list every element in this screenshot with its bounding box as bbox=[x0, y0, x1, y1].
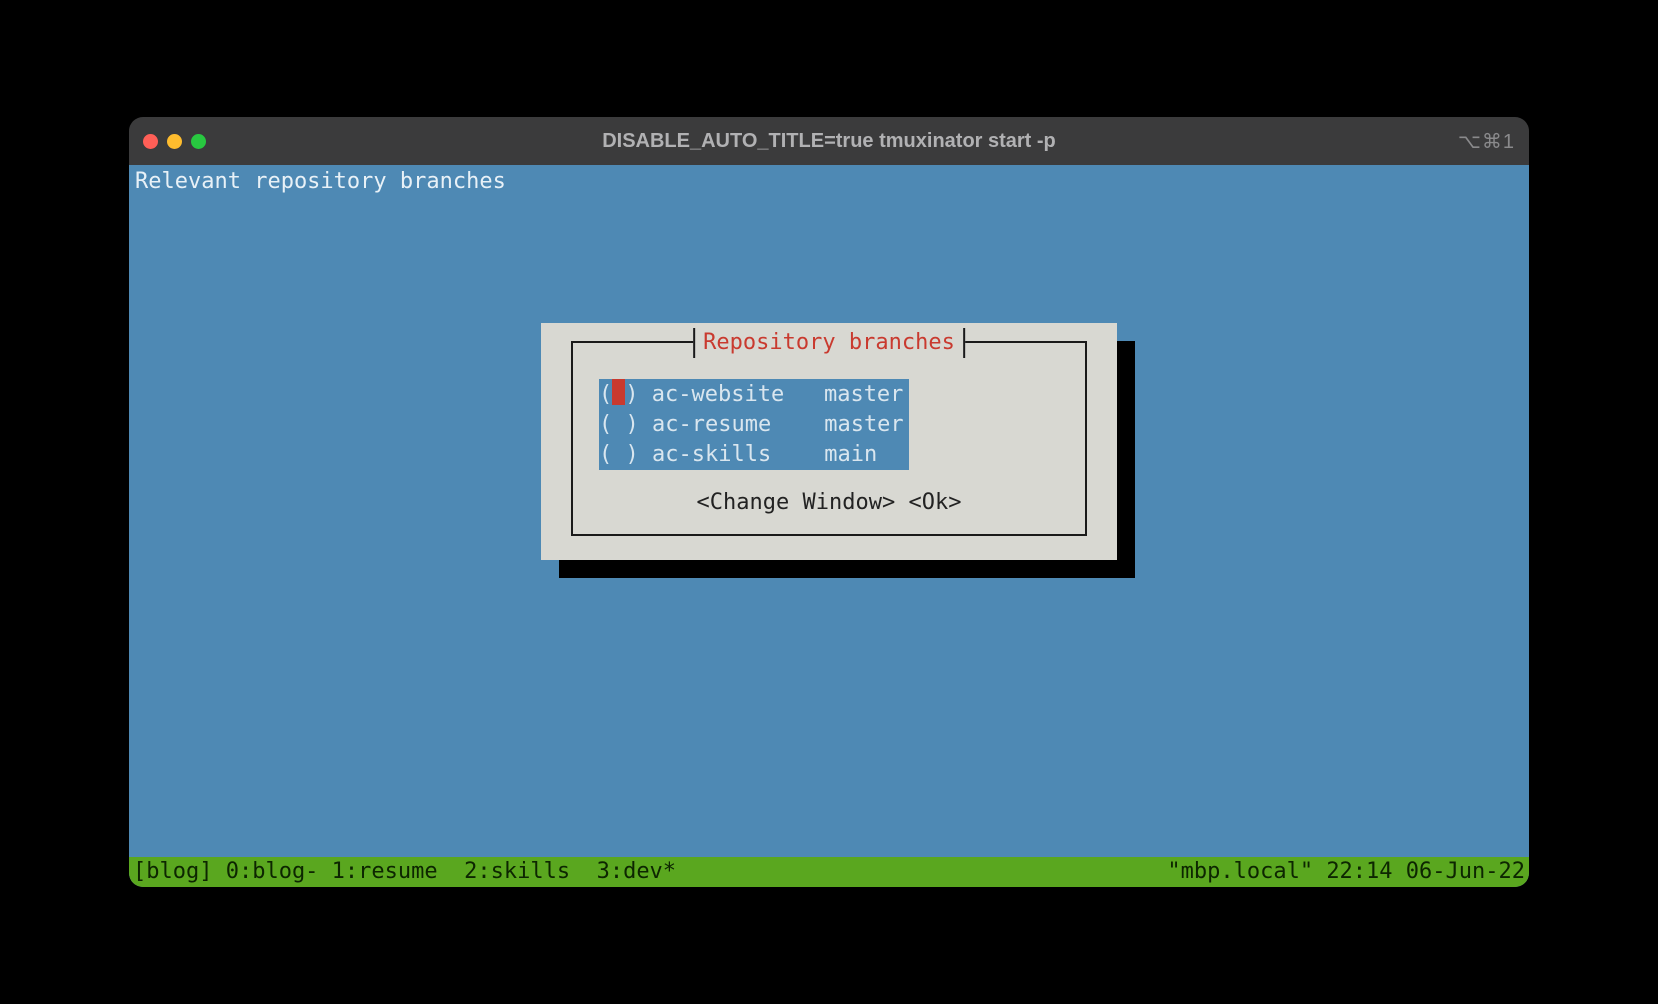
statusbar-left[interactable]: [blog] 0:blog- 1:resume 2:skills 3:dev* bbox=[133, 857, 676, 887]
item-name: ac-resume bbox=[652, 412, 771, 437]
change-window-button[interactable]: <Change Window> bbox=[697, 490, 896, 515]
radio-open: ( bbox=[599, 412, 612, 437]
item-name: ac-skills bbox=[652, 442, 771, 467]
item-spacer bbox=[784, 382, 824, 407]
cursor-icon bbox=[612, 379, 625, 405]
close-icon[interactable] bbox=[143, 134, 158, 149]
list-item[interactable]: () ac-website master bbox=[599, 379, 909, 410]
radio-space bbox=[612, 442, 625, 467]
item-branch: master bbox=[824, 382, 903, 407]
radio-open: ( bbox=[599, 442, 612, 467]
dialog-title: Repository branches bbox=[693, 328, 965, 358]
radio-open: ( bbox=[599, 382, 612, 407]
radio-close: ) bbox=[626, 442, 639, 467]
item-spacer bbox=[771, 412, 824, 437]
radio-space bbox=[612, 412, 625, 437]
zoom-icon[interactable] bbox=[191, 134, 206, 149]
item-branch: master bbox=[824, 412, 903, 437]
terminal-window: DISABLE_AUTO_TITLE=true tmuxinator start… bbox=[129, 117, 1529, 887]
statusbar-right: "mbp.local" 22:14 06-Jun-22 bbox=[1167, 857, 1525, 887]
tmux-statusbar: [blog] 0:blog- 1:resume 2:skills 3:dev* … bbox=[129, 857, 1529, 887]
item-pad bbox=[877, 442, 904, 467]
list-item[interactable]: ( ) ac-resume master bbox=[599, 410, 909, 440]
button-gap bbox=[895, 490, 908, 515]
dialog-box: Repository branches () ac-website master… bbox=[541, 323, 1117, 560]
minimize-icon[interactable] bbox=[167, 134, 182, 149]
window-shortcut-hint: ⌥⌘1 bbox=[1458, 129, 1515, 154]
list-item[interactable]: ( ) ac-skills main bbox=[599, 440, 909, 470]
item-label bbox=[639, 412, 652, 437]
item-branch: main bbox=[824, 442, 877, 467]
dialog-frame: Repository branches () ac-website master… bbox=[571, 341, 1087, 536]
item-spacer bbox=[771, 442, 824, 467]
terminal-viewport[interactable]: Relevant repository branches Repository … bbox=[129, 165, 1529, 887]
item-label bbox=[639, 382, 652, 407]
window-controls bbox=[143, 134, 206, 149]
dialog-buttons: <Change Window> <Ok> bbox=[599, 488, 1059, 518]
ok-button[interactable]: <Ok> bbox=[908, 490, 961, 515]
dialog: Repository branches () ac-website master… bbox=[541, 323, 1117, 560]
item-label bbox=[639, 442, 652, 467]
radio-list: () ac-website master ( ) ac-resume maste… bbox=[599, 379, 1059, 470]
radio-close: ) bbox=[626, 412, 639, 437]
window-titlebar: DISABLE_AUTO_TITLE=true tmuxinator start… bbox=[129, 117, 1529, 165]
window-title: DISABLE_AUTO_TITLE=true tmuxinator start… bbox=[129, 130, 1529, 153]
radio-close: ) bbox=[625, 382, 638, 407]
page-title: Relevant repository branches bbox=[129, 165, 1529, 197]
item-name: ac-website bbox=[652, 382, 784, 407]
